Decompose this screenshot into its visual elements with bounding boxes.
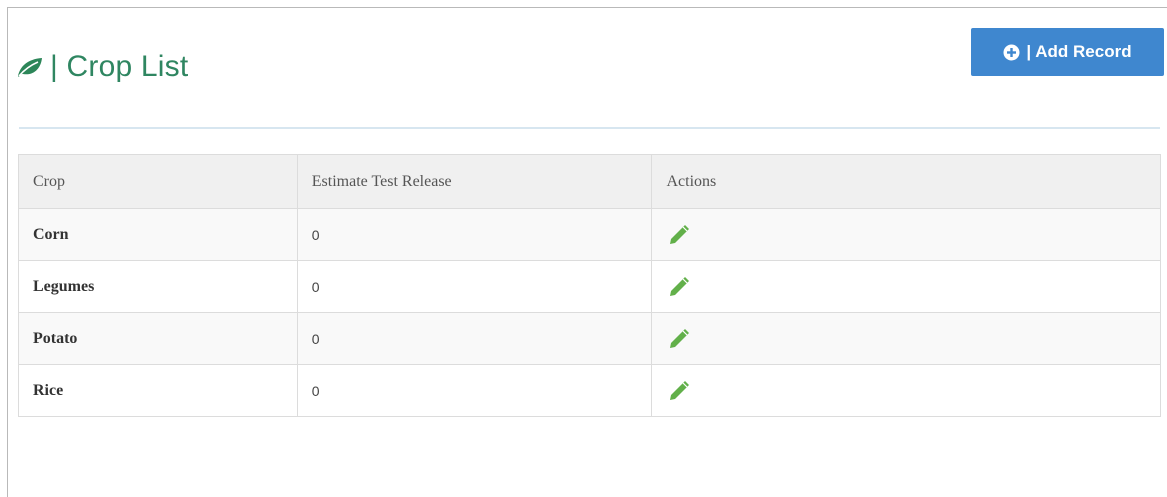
estimate-cell: 0 xyxy=(296,364,653,417)
plus-circle-icon xyxy=(1003,44,1020,61)
table-header-row: Crop Estimate Test Release Actions xyxy=(18,154,1161,209)
header-divider xyxy=(19,127,1160,129)
actions-cell xyxy=(651,364,1161,417)
page-header: | Crop List xyxy=(16,50,188,84)
column-header-crop[interactable]: Crop xyxy=(18,154,298,209)
table-row: Legumes 0 xyxy=(18,260,1161,313)
estimate-cell: 0 xyxy=(296,208,653,261)
title-separator: | xyxy=(50,50,58,83)
table-row: Potato 0 xyxy=(18,312,1161,365)
crop-cell: Corn xyxy=(18,208,298,261)
estimate-cell: 0 xyxy=(296,312,653,365)
crop-cell: Potato xyxy=(18,312,298,365)
estimate-cell: 0 xyxy=(296,260,653,313)
leaf-icon xyxy=(16,56,44,78)
pencil-icon[interactable] xyxy=(666,274,692,300)
crop-cell: Rice xyxy=(18,364,298,417)
pencil-icon[interactable] xyxy=(666,378,692,404)
column-header-estimate[interactable]: Estimate Test Release xyxy=(296,154,653,209)
crop-cell: Legumes xyxy=(18,260,298,313)
crop-table: Crop Estimate Test Release Actions Corn … xyxy=(18,154,1161,417)
actions-cell xyxy=(651,260,1161,313)
actions-cell xyxy=(651,208,1161,261)
page-title: | Crop List xyxy=(50,50,188,84)
pencil-icon[interactable] xyxy=(666,326,692,352)
add-record-button[interactable]: | Add Record xyxy=(971,28,1164,76)
column-header-actions: Actions xyxy=(651,154,1161,209)
add-record-label: | Add Record xyxy=(1026,42,1132,61)
actions-cell xyxy=(651,312,1161,365)
title-label: Crop List xyxy=(66,50,189,83)
table-row: Corn 0 xyxy=(18,208,1161,261)
table-row: Rice 0 xyxy=(18,364,1161,417)
pencil-icon[interactable] xyxy=(666,222,692,248)
